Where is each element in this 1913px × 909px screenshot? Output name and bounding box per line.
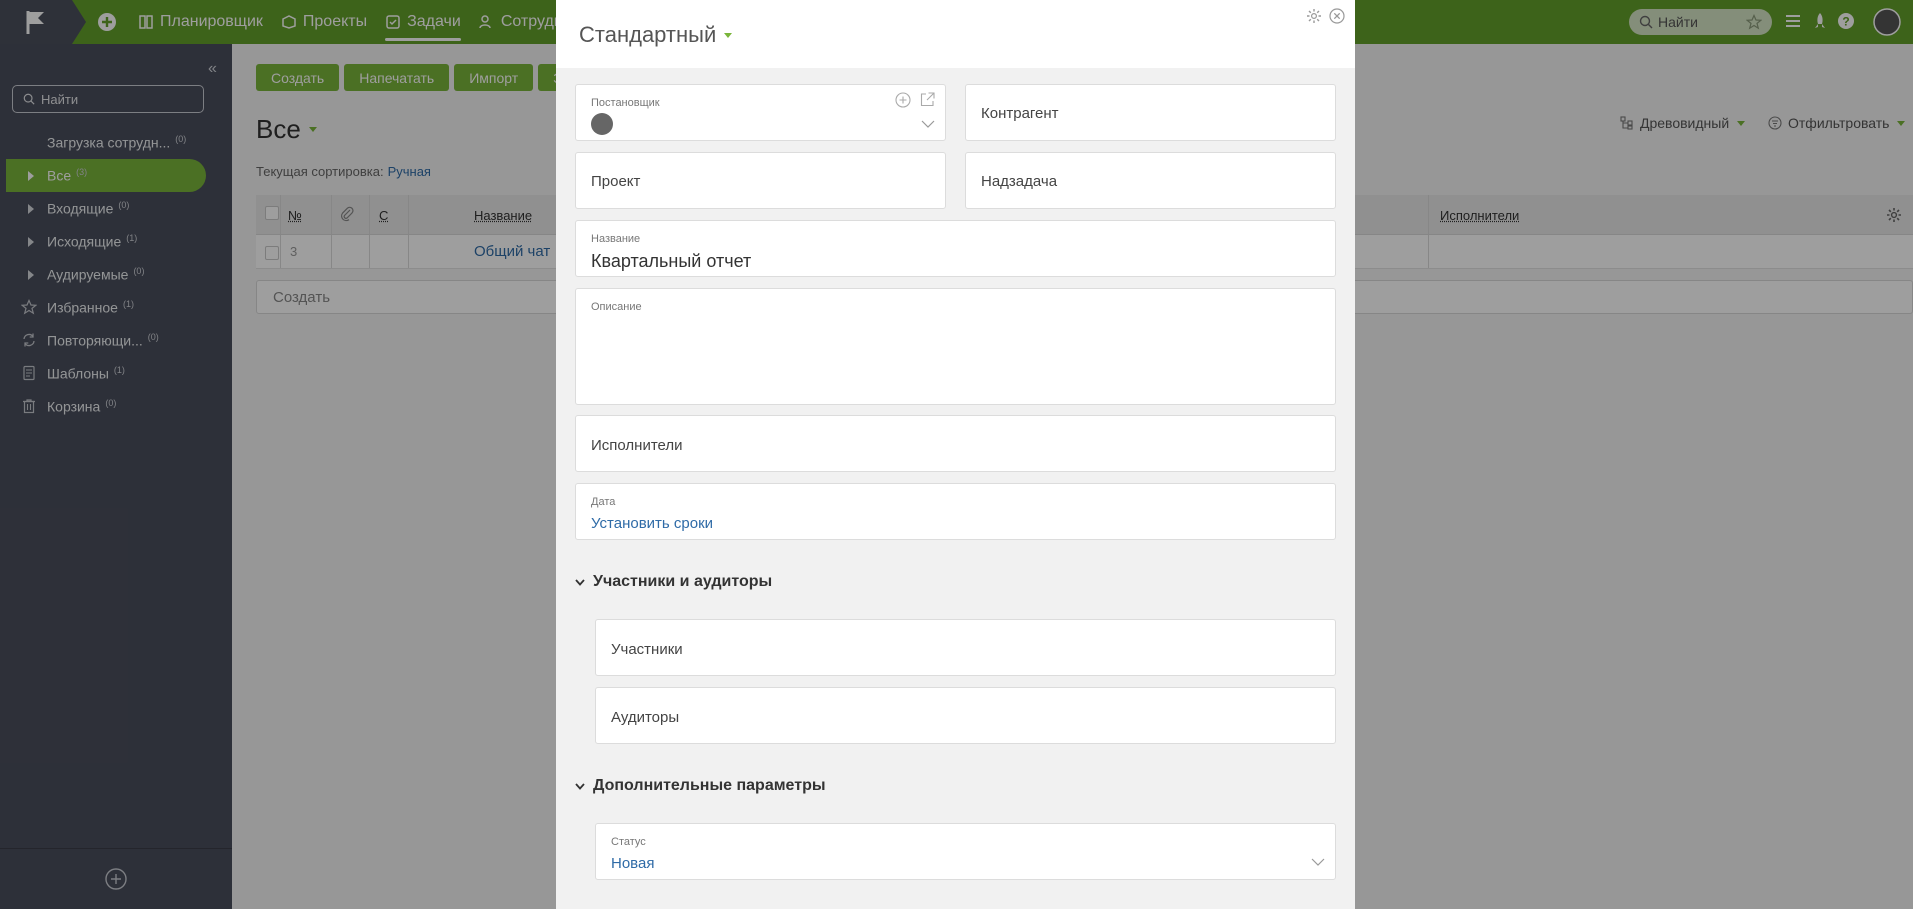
add-circle-icon[interactable]: [895, 92, 911, 108]
task-create-modal: Стандартный Постановщик Контрагент Проек…: [556, 0, 1355, 909]
chevron-down-icon: [1311, 858, 1325, 866]
modal-title-text: Стандартный: [579, 22, 717, 47]
counterparty-field[interactable]: Контрагент: [965, 84, 1336, 141]
settings-gear-icon[interactable]: [1306, 8, 1322, 24]
modal-header-icons: [1299, 8, 1345, 24]
task-name-value: Квартальный отчет: [591, 251, 752, 271]
counterparty-placeholder: Контрагент: [981, 105, 1059, 122]
set-deadline-link[interactable]: Установить сроки: [591, 515, 713, 532]
template-dropdown[interactable]: Стандартный: [579, 22, 733, 48]
extra-params-section-toggle[interactable]: Дополнительные параметры: [575, 777, 826, 795]
assigner-label: Постановщик: [591, 97, 660, 109]
participants-section-toggle[interactable]: Участники и аудиторы: [575, 573, 772, 591]
close-icon[interactable]: [1329, 8, 1345, 24]
status-value: Новая: [611, 855, 655, 872]
status-select[interactable]: Статус Новая: [595, 823, 1336, 880]
participants-section-title: Участники и аудиторы: [593, 573, 773, 590]
description-field[interactable]: Описание: [575, 288, 1336, 405]
caret-down-icon: [724, 32, 733, 38]
date-label: Дата: [591, 496, 616, 508]
project-placeholder: Проект: [591, 173, 641, 190]
auditors-field[interactable]: Аудиторы: [595, 687, 1336, 744]
project-field[interactable]: Проект: [575, 152, 946, 209]
external-link-icon[interactable]: [919, 91, 936, 108]
extra-params-section-title: Дополнительные параметры: [593, 777, 826, 794]
description-label: Описание: [591, 301, 642, 313]
assigner-avatar: [591, 113, 613, 135]
task-name-label: Название: [591, 233, 641, 245]
assigner-field[interactable]: Постановщик: [575, 84, 946, 141]
modal-header: Стандартный: [556, 0, 1355, 68]
task-name-field[interactable]: Название Квартальный отчет: [575, 220, 1336, 277]
parent-task-field[interactable]: Надзадача: [965, 152, 1336, 209]
status-label: Статус: [611, 836, 646, 848]
chevron-down-icon[interactable]: [921, 120, 935, 128]
assignees-placeholder: Исполнители: [591, 437, 683, 454]
participants-field[interactable]: Участники: [595, 619, 1336, 676]
chevron-down-icon: [575, 782, 585, 790]
date-field: Дата Установить сроки: [575, 483, 1336, 540]
auditors-placeholder: Аудиторы: [611, 709, 680, 726]
assignees-field[interactable]: Исполнители: [575, 415, 1336, 472]
chevron-down-icon: [575, 578, 585, 586]
parent-task-placeholder: Надзадача: [981, 173, 1058, 190]
participants-placeholder: Участники: [611, 641, 683, 658]
